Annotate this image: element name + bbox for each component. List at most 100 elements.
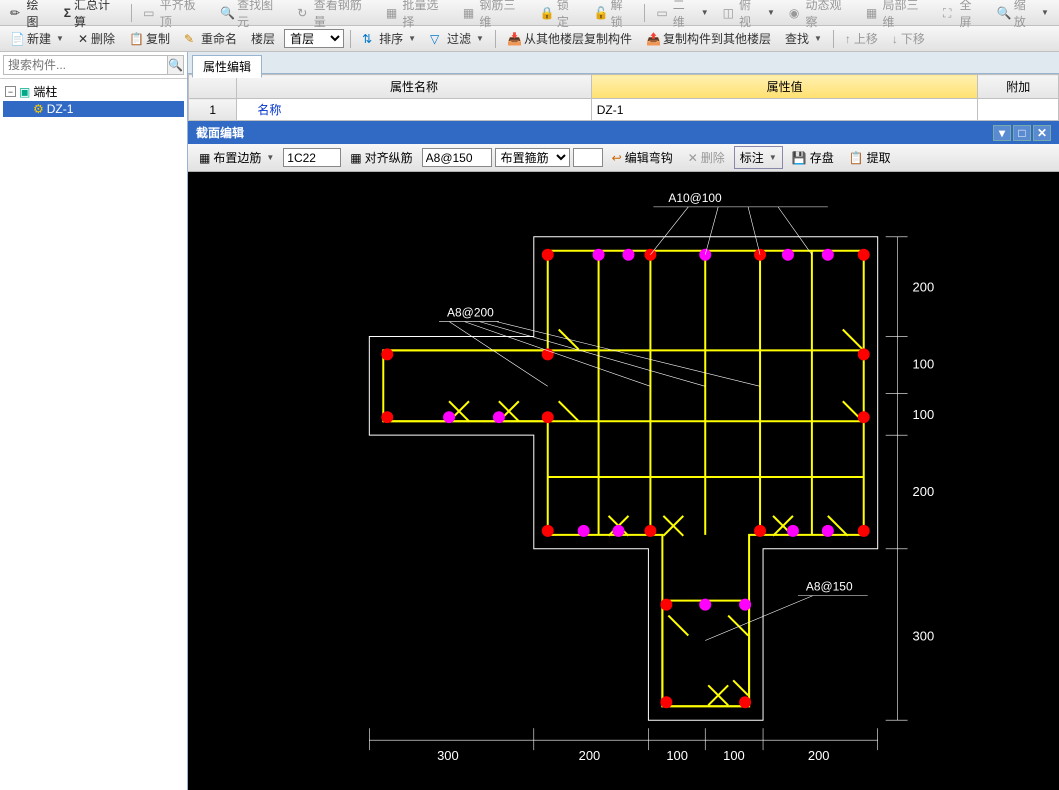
tab-bar: 属性编辑 xyxy=(188,52,1059,74)
separator xyxy=(833,30,834,48)
label: 重命名 xyxy=(201,30,237,47)
up-icon: ↑ xyxy=(845,32,851,46)
chevron-down-icon: ▼ xyxy=(1041,8,1049,17)
copy-button[interactable]: 📋复制 xyxy=(124,28,175,49)
sort-button[interactable]: ⇅排序▼ xyxy=(357,28,421,49)
tree-root[interactable]: − ▣ 端柱 xyxy=(3,82,184,101)
find-elem-button[interactable]: 🔍查找图元 xyxy=(215,0,288,32)
delete-rebar-button[interactable]: ✕删除 xyxy=(682,146,731,169)
delete-button[interactable]: ✕删除 xyxy=(73,28,120,49)
lock-icon: 🔒 xyxy=(540,6,554,20)
chevron-down-icon: ▼ xyxy=(769,153,777,162)
table-row[interactable]: 1 名称 DZ-1 xyxy=(189,99,1059,121)
move-down-button[interactable]: ↓下移 xyxy=(887,28,930,49)
copy-icon: 📋 xyxy=(129,32,143,46)
header-extra: 附加 xyxy=(978,75,1059,99)
stirrup-select[interactable]: 布置箍筋 xyxy=(495,148,570,167)
label: 排序 xyxy=(379,30,403,47)
svg-text:300: 300 xyxy=(913,628,935,643)
header-value: 属性值 xyxy=(591,75,978,99)
delete-icon: ✕ xyxy=(688,151,698,165)
toolbar-main: ✏绘图 Σ汇总计算 ▭平齐板顶 🔍查找图元 ↻查看钢筋量 ▦批量选择 ▦钢筋三维… xyxy=(0,0,1059,26)
cube-icon: ▦ xyxy=(463,6,477,20)
copy-to-floor-button[interactable]: 📤复制构件到其他楼层 xyxy=(641,28,776,49)
rebar-3d-button[interactable]: ▦钢筋三维 xyxy=(458,0,531,32)
extract-button[interactable]: 📋提取 xyxy=(843,146,897,169)
view-rebar-button[interactable]: ↻查看钢筋量 xyxy=(292,0,377,32)
collapse-icon[interactable]: − xyxy=(5,86,16,97)
extract-icon: 📋 xyxy=(849,151,864,165)
gear-icon: ⚙ xyxy=(33,102,44,116)
tab-prop-edit[interactable]: 属性编辑 xyxy=(192,55,262,78)
label: 动态观察 xyxy=(805,0,851,30)
toolbar-secondary: 📄新建▼ ✕删除 📋复制 ✎重命名 楼层 首层 ⇅排序▼ ▽过滤▼ 📥从其他楼层… xyxy=(0,26,1059,52)
annotate-button[interactable]: 标注▼ xyxy=(734,146,783,169)
select-icon: ▦ xyxy=(386,6,400,20)
close-button[interactable]: ✕ xyxy=(1033,125,1051,141)
floor-select[interactable]: 首层 xyxy=(284,29,344,48)
label: 复制构件到其他楼层 xyxy=(663,30,771,47)
row-number: 1 xyxy=(189,99,237,121)
property-table: 属性名称 属性值 附加 1 名称 DZ-1 xyxy=(188,74,1059,121)
label: 平齐板顶 xyxy=(160,0,206,30)
search-button[interactable]: 🔍 xyxy=(168,55,184,75)
save-button[interactable]: 💾存盘 xyxy=(786,146,840,169)
flat-button[interactable]: ▭平齐板顶 xyxy=(138,0,211,32)
move-up-button[interactable]: ↑上移 xyxy=(840,28,883,49)
floor-label: 楼层 xyxy=(246,28,280,49)
view-2d-button[interactable]: ▭二维▼ xyxy=(651,0,713,32)
svg-text:100: 100 xyxy=(666,748,688,763)
prop-extra-cell[interactable] xyxy=(978,99,1059,121)
local-3d-button[interactable]: ▦局部三维 xyxy=(861,0,934,32)
label: 布置边筋 xyxy=(213,149,261,166)
minimize-button[interactable]: ▾ xyxy=(993,125,1011,141)
copy-to-icon: 📤 xyxy=(646,32,660,46)
label: 编辑弯钩 xyxy=(625,149,673,166)
copy-from-icon: 📥 xyxy=(507,32,521,46)
svg-text:200: 200 xyxy=(579,748,601,763)
draw-button[interactable]: ✏绘图 xyxy=(5,0,55,32)
left-panel: 🔍 − ▣ 端柱 ⚙ DZ-1 xyxy=(0,52,188,790)
filter-button[interactable]: ▽过滤▼ xyxy=(425,28,489,49)
edit-hook-button[interactable]: ↩编辑弯钩 xyxy=(606,146,679,169)
zoom-icon: 🔍 xyxy=(997,6,1011,20)
zoom-button[interactable]: 🔍缩放▼ xyxy=(992,0,1054,32)
perspective-button[interactable]: ◫俯视▼ xyxy=(718,0,780,32)
svg-text:200: 200 xyxy=(913,280,935,295)
new-button[interactable]: 📄新建▼ xyxy=(5,28,69,49)
batch-select-button[interactable]: ▦批量选择 xyxy=(381,0,454,32)
label: 查找 xyxy=(785,30,809,47)
find-button[interactable]: 查找▼ xyxy=(780,28,827,49)
align-vert-input[interactable] xyxy=(422,148,492,167)
edge-rebar-button[interactable]: ▦布置边筋▼ xyxy=(193,146,280,169)
edge-rebar-input[interactable] xyxy=(283,148,341,167)
rename-button[interactable]: ✎重命名 xyxy=(179,28,242,49)
rename-icon: ✎ xyxy=(184,32,198,46)
label: 过滤 xyxy=(447,30,471,47)
sum-button[interactable]: Σ汇总计算 xyxy=(59,0,125,32)
lock-button[interactable]: 🔒锁定 xyxy=(535,0,585,32)
unlock-button[interactable]: 🔓解锁 xyxy=(589,0,639,32)
folder-icon: ▣ xyxy=(19,85,30,99)
align-vert-button[interactable]: ▦ 对齐纵筋 xyxy=(344,146,418,169)
copy-from-floor-button[interactable]: 📥从其他楼层复制构件 xyxy=(502,28,637,49)
stirrup-input[interactable] xyxy=(573,148,603,167)
maximize-button[interactable]: □ xyxy=(1013,125,1031,141)
unlock-icon: 🔓 xyxy=(594,6,608,20)
label: 二维 xyxy=(673,0,696,30)
prop-value-cell[interactable]: DZ-1 xyxy=(591,99,978,121)
label: 局部三维 xyxy=(882,0,928,30)
chevron-down-icon: ▼ xyxy=(266,153,274,162)
label: 对齐纵筋 xyxy=(365,149,413,166)
drawing-canvas[interactable]: A10@100 A8@200 A8@150 200 100 100 200 xyxy=(188,172,1059,790)
label: 俯视 xyxy=(739,0,762,30)
dimensions-horizontal: 300 200 100 100 200 xyxy=(369,728,877,763)
label: 删除 xyxy=(701,149,725,166)
orbit-icon: ◉ xyxy=(789,6,803,20)
search-input[interactable] xyxy=(3,55,168,75)
dyn-view-button[interactable]: ◉动态观察 xyxy=(784,0,857,32)
dimensions-vertical: 200 100 100 200 300 xyxy=(886,237,935,720)
tree-item-dz1[interactable]: ⚙ DZ-1 xyxy=(3,101,184,117)
align-icon: ▦ xyxy=(350,151,361,165)
fullscreen-button[interactable]: ⛶全屏 xyxy=(938,0,988,32)
